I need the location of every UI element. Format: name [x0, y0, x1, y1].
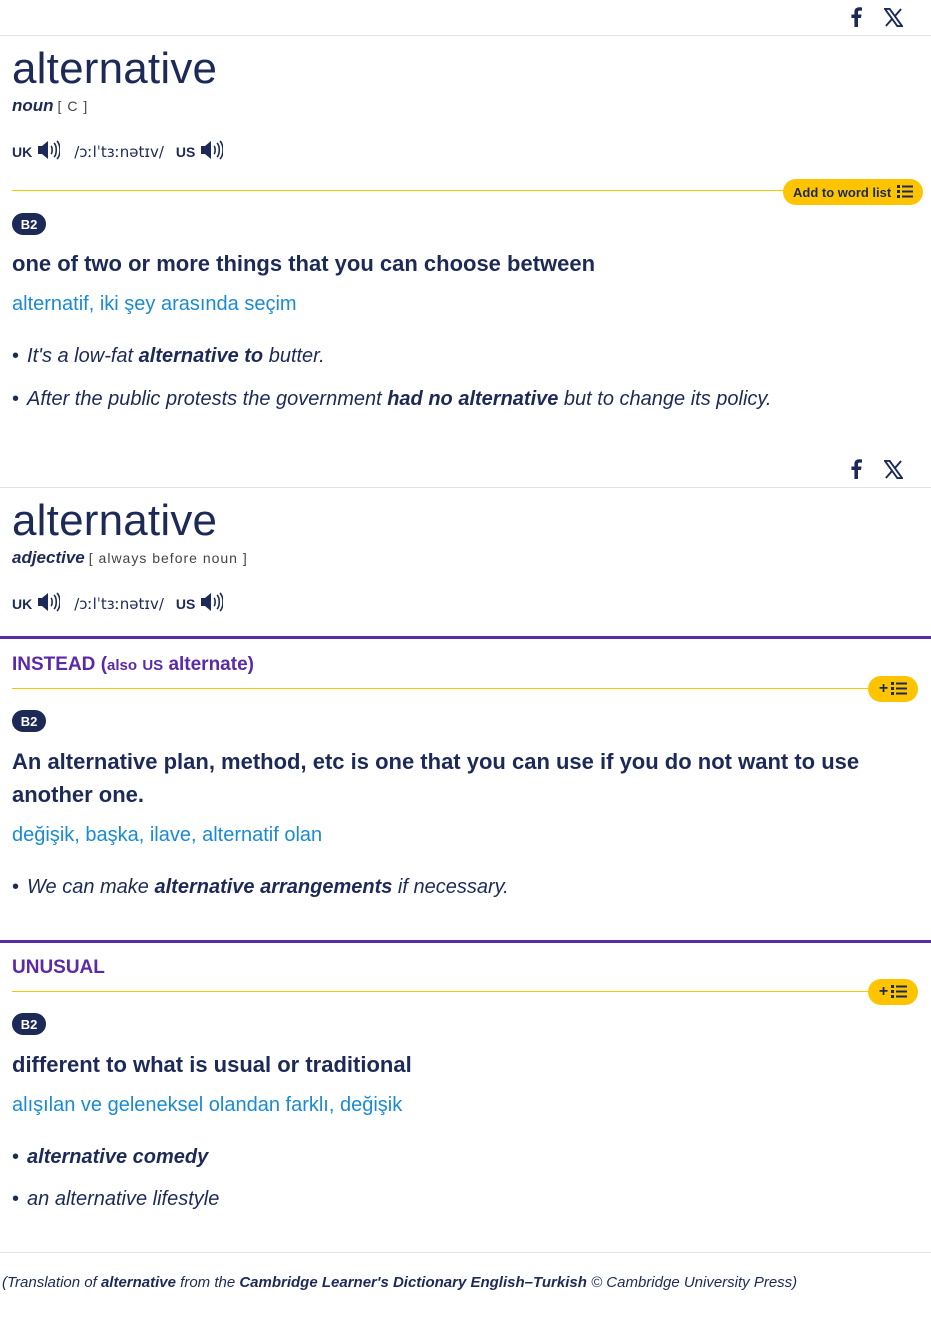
add-to-word-list-button[interactable]: + [868, 979, 918, 1005]
speaker-icon[interactable] [199, 591, 225, 617]
add-to-word-list-button[interactable]: Add to word list [783, 179, 924, 205]
translation: alternatif, iki şey arasında seçim [12, 293, 297, 315]
share-bar [850, 459, 903, 479]
translation: alışılan ve geleneksel olandan farklı, d… [12, 1094, 403, 1116]
definition: An alternative plan, method, etc is one … [12, 749, 860, 807]
plus-icon: + [878, 680, 889, 697]
ipa: /ɔːlˈtɜːnətɪv/ [74, 595, 164, 613]
guideword-divider [0, 636, 931, 639]
list-icon [891, 681, 908, 698]
pronunciation-bar: UK /ɔːlˈtɜːnətɪv/ US [12, 139, 237, 165]
facebook-icon[interactable] [850, 7, 862, 27]
definition: different to what is usual or traditiona… [12, 1052, 412, 1077]
facebook-icon[interactable] [850, 459, 862, 479]
speaker-icon[interactable] [36, 591, 62, 617]
part-of-speech: adjective [12, 548, 85, 567]
speaker-icon[interactable] [36, 139, 62, 165]
translation: değişik, başka, ilave, alternatif olan [12, 824, 323, 846]
example: • an alternative lifestyle [12, 1188, 220, 1210]
grammar-code: [ always before noun ] [88, 550, 248, 566]
example: • alternative comedy [12, 1146, 209, 1168]
divider [0, 487, 931, 488]
level-badge: B2 [12, 710, 46, 732]
ipa: /ɔːlˈtɜːnətɪv/ [74, 143, 164, 161]
divider [0, 35, 931, 36]
sense-divider [12, 991, 882, 992]
level-badge: B2 [12, 1013, 46, 1035]
definition: one of two or more things that you can c… [12, 251, 596, 276]
example: • It's a low-fat alternative to butter. [12, 345, 325, 367]
part-of-speech: noun [12, 96, 54, 115]
list-icon [891, 984, 908, 1001]
sense-divider [12, 190, 802, 191]
part-of-speech-line: noun[ C ] [12, 96, 88, 116]
speaker-icon[interactable] [199, 139, 225, 165]
example: • After the public protests the governmen… [12, 388, 772, 410]
add-to-word-list-button[interactable]: + [868, 676, 918, 702]
headword: alternative [12, 44, 218, 93]
sense-divider [12, 688, 882, 689]
guideword: INSTEAD (also US alternate) [12, 654, 254, 675]
guideword: UNUSUAL [12, 957, 105, 978]
part-of-speech-line: adjective[ always before noun ] [12, 548, 248, 568]
share-bar [850, 7, 903, 27]
divider [0, 1252, 931, 1253]
plus-icon: + [878, 983, 889, 1000]
pronunciation-bar: UK /ɔːlˈtɜːnətɪv/ US [12, 591, 237, 617]
x-twitter-icon[interactable] [884, 7, 903, 27]
list-icon [897, 184, 914, 201]
us-label: US [175, 144, 196, 160]
example: • We can make alternative arrangements if… [12, 876, 509, 898]
guideword-divider [0, 940, 931, 943]
grammar-code: [ C ] [57, 98, 89, 114]
headword: alternative [12, 496, 218, 545]
uk-label: UK [12, 144, 33, 160]
level-badge: B2 [12, 213, 46, 235]
us-label: US [175, 596, 196, 612]
uk-label: UK [12, 596, 33, 612]
add-to-word-list-label: Add to word list [793, 184, 892, 200]
x-twitter-icon[interactable] [884, 459, 903, 479]
attribution-footer: (Translation of alternative from the Cam… [2, 1274, 798, 1291]
